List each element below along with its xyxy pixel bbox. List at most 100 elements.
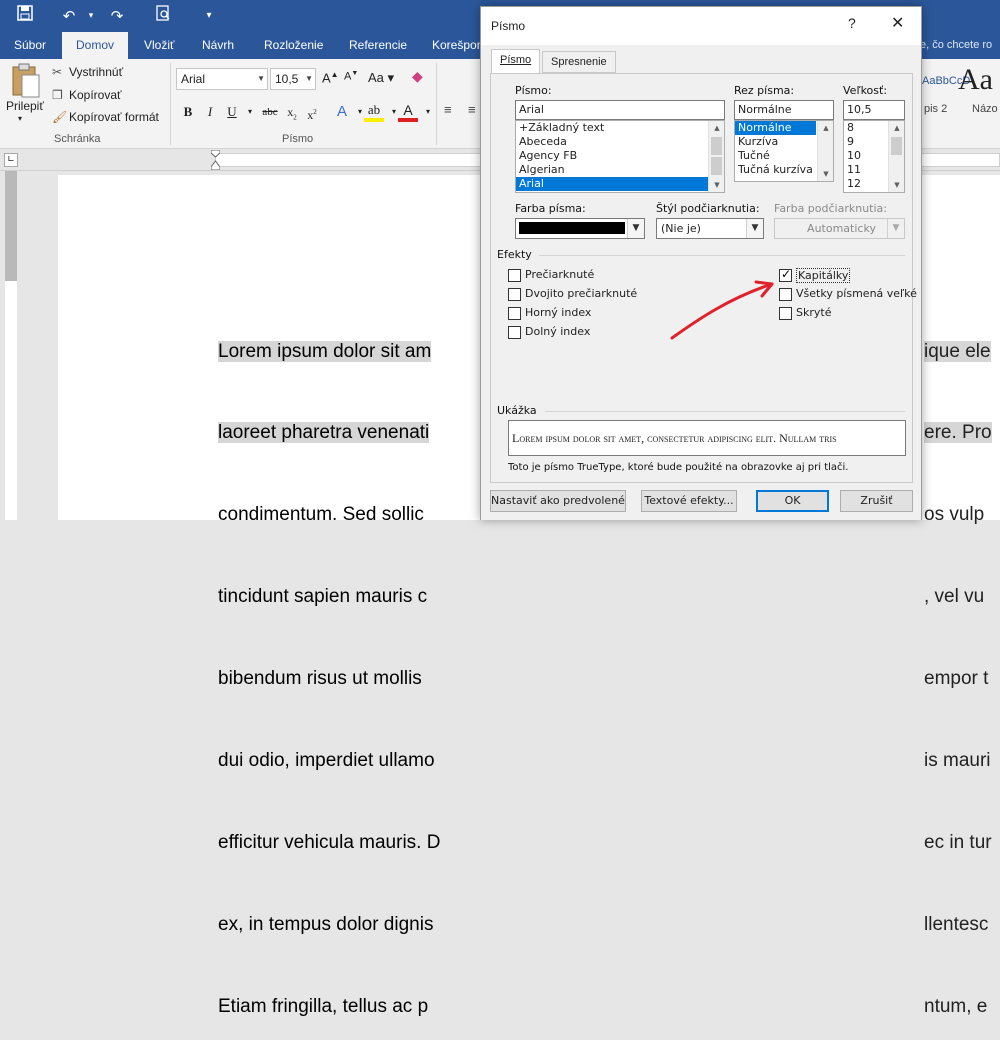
double-strikethrough-checkbox[interactable] bbox=[508, 288, 521, 301]
font-color-dropdown-icon[interactable]: ▾ bbox=[418, 102, 438, 122]
print-preview-icon[interactable] bbox=[152, 5, 174, 27]
indent-marker-icon[interactable] bbox=[210, 149, 221, 171]
change-case-icon[interactable]: Aa ▾ bbox=[368, 70, 394, 86]
font-style-list[interactable]: Normálne Kurzíva Tučné Tučná kurzíva ▲ ▼ bbox=[734, 120, 834, 182]
undo-dropdown-icon[interactable]: ▾ bbox=[80, 5, 102, 27]
align-left-icon[interactable]: ≡ bbox=[444, 102, 452, 117]
highlight-icon[interactable]: ab bbox=[364, 102, 384, 122]
tell-me-box[interactable]: e, čo chcete ro bbox=[920, 32, 1000, 59]
save-icon[interactable] bbox=[14, 5, 36, 27]
font-style-input[interactable]: Normálne bbox=[734, 100, 834, 120]
italic-icon[interactable]: I bbox=[200, 102, 220, 122]
all-caps-label: Všetky písmená veľké bbox=[796, 287, 917, 300]
scrollbar[interactable]: ▲ ▼ bbox=[817, 121, 833, 181]
text-effects-icon[interactable]: A bbox=[332, 102, 352, 122]
scrollbar-thumb[interactable] bbox=[711, 157, 722, 175]
superscript-checkbox[interactable] bbox=[508, 307, 521, 320]
font-name-list[interactable]: +Základný text Abeceda Agency FB Algeria… bbox=[515, 120, 725, 193]
tab-font[interactable]: Písmo bbox=[491, 49, 541, 74]
font-size-input[interactable]: 10,5 bbox=[843, 100, 905, 120]
format-painter-icon: 🖌 bbox=[52, 110, 68, 124]
copy-icon: ❐ bbox=[52, 88, 63, 102]
doc-line-text: laoreet pharetra venenati bbox=[218, 422, 430, 444]
doc-line: bibendum risus ut mollis bbox=[218, 668, 422, 690]
font-name-input[interactable]: Arial bbox=[515, 100, 725, 120]
dialog-title: Písmo bbox=[491, 19, 526, 33]
styles-gallery[interactable]: AaBbCcD Aa pis 2 Názo bbox=[922, 59, 1000, 149]
scroll-up-icon[interactable]: ▲ bbox=[709, 121, 724, 135]
tab-design[interactable]: Návrh bbox=[194, 32, 242, 59]
list-item[interactable]: Abeceda bbox=[516, 135, 724, 149]
scroll-up-icon[interactable]: ▲ bbox=[889, 121, 904, 135]
doc-line: efficitur vehicula mauris. D bbox=[218, 831, 441, 853]
strikethrough-icon[interactable]: abc bbox=[258, 102, 282, 122]
chevron-down-icon: ▼ bbox=[887, 219, 904, 238]
subscript-icon[interactable]: x2 bbox=[282, 102, 302, 122]
small-caps-label: Kapitálky bbox=[796, 268, 851, 283]
paste-dropdown-icon[interactable]: ▾ bbox=[18, 114, 22, 123]
tab-home[interactable]: Domov bbox=[62, 32, 128, 59]
grow-font-icon[interactable]: A▲ bbox=[322, 70, 339, 85]
paste-icon[interactable] bbox=[8, 63, 42, 99]
font-dialog: Písmo ? ✕ Písmo Spresnenie Písmo: Arial … bbox=[480, 6, 922, 520]
scroll-down-icon[interactable]: ▼ bbox=[889, 178, 904, 192]
bold-icon[interactable]: B bbox=[178, 102, 198, 122]
font-color-dropdown[interactable]: ▼ bbox=[515, 218, 645, 239]
doc-line-right: empor t bbox=[924, 668, 989, 690]
paste-button[interactable]: Prilepiť bbox=[6, 99, 44, 113]
text-effects-button[interactable]: Textové efekty... bbox=[641, 490, 737, 512]
superscript-icon[interactable]: x2 bbox=[302, 102, 322, 122]
underline-dropdown-icon[interactable]: ▾ bbox=[240, 102, 260, 122]
format-painter-button[interactable]: Kopírovať formát bbox=[69, 110, 159, 124]
customize-toolbar-icon[interactable]: ▾ bbox=[198, 5, 220, 27]
scrollbar-thumb[interactable] bbox=[891, 137, 902, 155]
clear-formatting-icon[interactable]: ◆ bbox=[412, 68, 423, 85]
doc-line-text: Lorem ipsum dolor sit am bbox=[218, 340, 432, 362]
tab-selector-icon[interactable]: ∟ bbox=[4, 153, 18, 167]
chevron-down-icon: ▼ bbox=[257, 74, 265, 83]
style-label-title: Názo bbox=[972, 103, 998, 115]
align-center-icon[interactable]: ≡ bbox=[468, 102, 476, 117]
scrollbar-thumb[interactable] bbox=[711, 137, 722, 155]
underline-icon[interactable]: U bbox=[222, 102, 242, 122]
font-color-icon[interactable]: A bbox=[398, 102, 418, 122]
tab-layout[interactable]: Rozloženie bbox=[256, 32, 331, 59]
font-size-combo[interactable]: 10,5 ▼ bbox=[270, 68, 316, 90]
list-item-selected[interactable]: Arial bbox=[516, 177, 708, 191]
cut-button[interactable]: Vystrihnúť bbox=[69, 65, 123, 79]
list-item-selected[interactable]: Normálne bbox=[735, 121, 816, 135]
scroll-down-icon[interactable]: ▼ bbox=[818, 167, 833, 181]
underline-style-label: Štýl podčiarknutia: bbox=[656, 202, 760, 215]
list-item[interactable]: Agency FB bbox=[516, 149, 724, 163]
underline-style-dropdown[interactable]: (Nie je) ▼ bbox=[656, 218, 764, 239]
close-icon[interactable]: ✕ bbox=[891, 13, 904, 32]
scroll-up-icon[interactable]: ▲ bbox=[818, 121, 833, 135]
font-size-list[interactable]: 8 9 10 11 12 ▲ ▼ bbox=[843, 120, 905, 193]
font-name-combo[interactable]: Arial ▼ bbox=[176, 68, 268, 90]
underline-style-value: (Nie je) bbox=[661, 222, 701, 235]
help-button[interactable]: ? bbox=[848, 15, 856, 31]
copy-button[interactable]: Kopírovať bbox=[69, 88, 122, 102]
tab-insert[interactable]: Vložiť bbox=[136, 32, 183, 59]
tab-references[interactable]: Referencie bbox=[341, 32, 415, 59]
cancel-button[interactable]: Zrušiť bbox=[840, 490, 913, 512]
clipboard-group-label: Schránka bbox=[54, 133, 101, 145]
doc-line-right: llentesc bbox=[924, 913, 989, 935]
redo-icon[interactable]: ↷ bbox=[106, 5, 128, 27]
subscript-checkbox[interactable] bbox=[508, 326, 521, 339]
strikethrough-checkbox[interactable] bbox=[508, 269, 521, 282]
tab-advanced[interactable]: Spresnenie bbox=[542, 51, 616, 73]
style-preview-large: Aa bbox=[958, 63, 993, 96]
set-default-button[interactable]: Nastaviť ako predvolené bbox=[490, 490, 626, 512]
hidden-label: Skryté bbox=[796, 306, 832, 319]
ok-button[interactable]: OK bbox=[756, 490, 829, 512]
scrollbar[interactable]: ▲ ▼ bbox=[888, 121, 904, 192]
tab-file[interactable]: Súbor bbox=[6, 32, 54, 59]
undo-icon[interactable]: ↶ bbox=[58, 5, 80, 27]
list-item[interactable]: Algerian bbox=[516, 163, 724, 177]
doc-line-right: , vel vu bbox=[924, 586, 985, 608]
scrollbar[interactable]: ▲ ▼ bbox=[708, 121, 724, 192]
shrink-font-icon[interactable]: A▼ bbox=[344, 70, 358, 83]
list-item[interactable]: +Základný text bbox=[516, 121, 724, 135]
scroll-down-icon[interactable]: ▼ bbox=[709, 178, 724, 192]
